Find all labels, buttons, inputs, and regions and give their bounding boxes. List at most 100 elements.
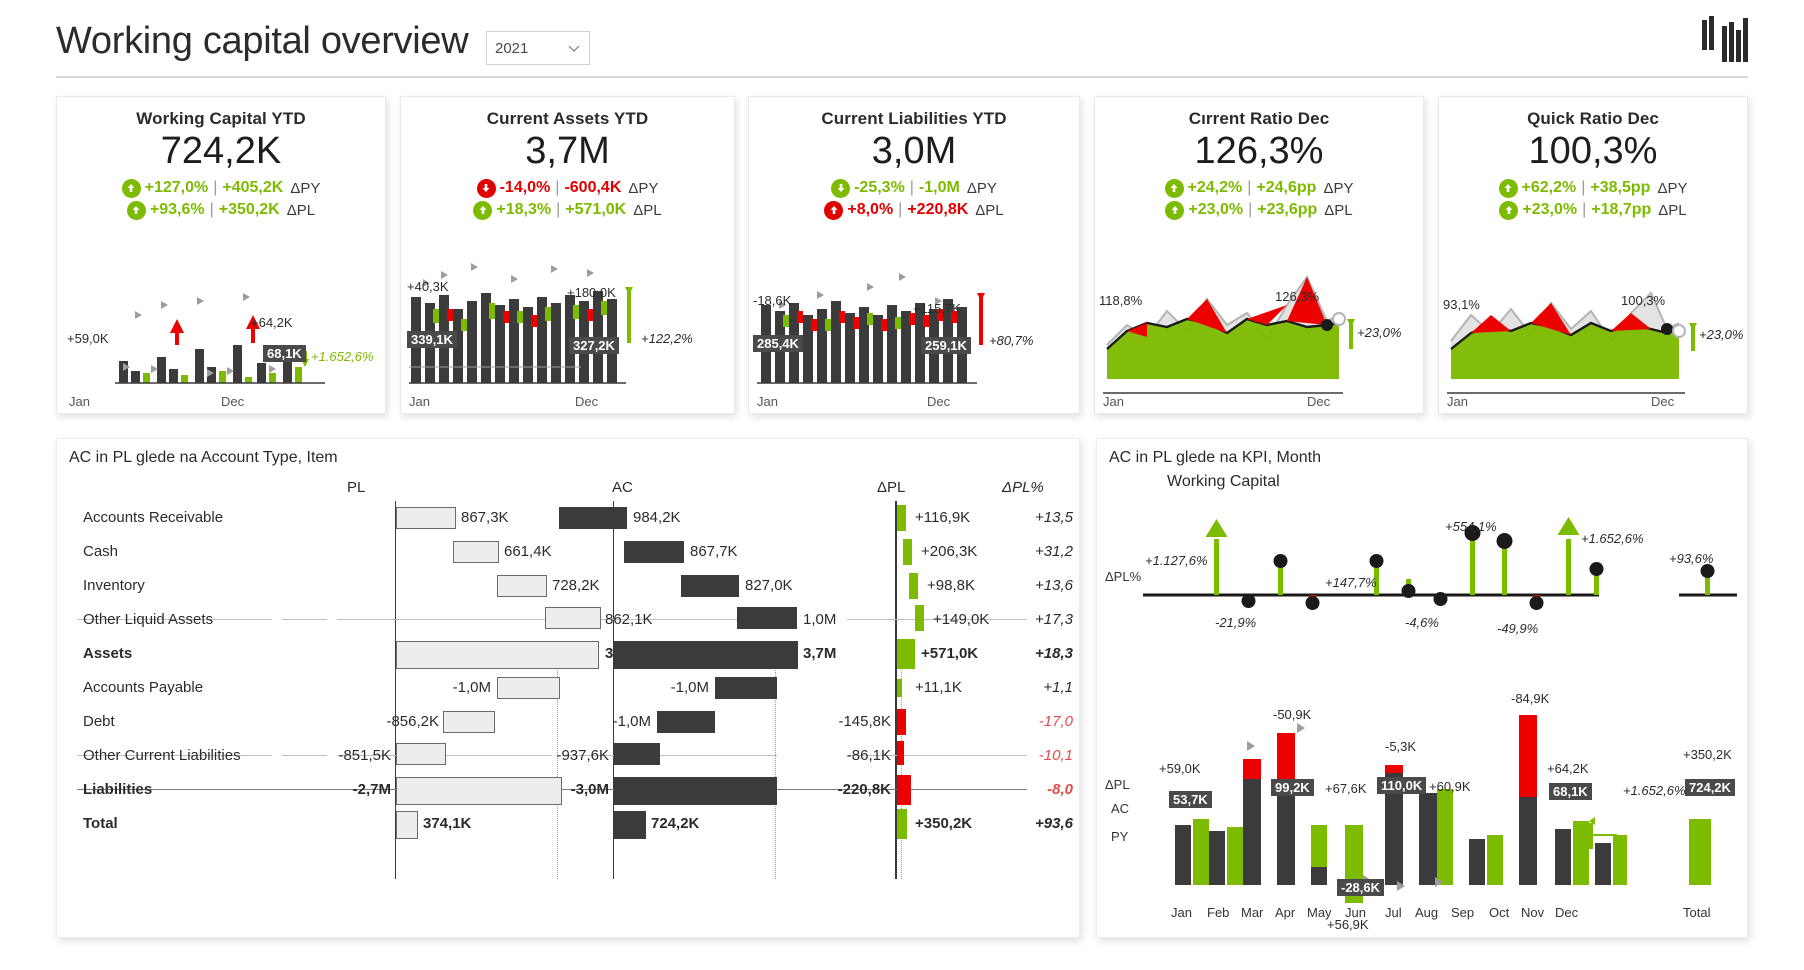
kpi-delta-label: ΔPY bbox=[1323, 179, 1354, 197]
kpi-delta-pl: +18,3% | +571,0K ΔPL bbox=[473, 200, 662, 220]
kpi-delta-label: ΔPY bbox=[628, 179, 659, 197]
ac-bar bbox=[657, 711, 715, 733]
dashboard-page: Working capital overview 2021 Working Ca… bbox=[0, 0, 1804, 970]
kpi-delta-pct: +62,2% bbox=[1521, 179, 1577, 197]
pl-value: -856,2K bbox=[386, 713, 439, 730]
table-row[interactable]: Accounts Payable -1,0M -1,0M +11,1K +1,1 bbox=[57, 671, 1079, 705]
kpi-card-working-capital[interactable]: Working Capital YTD 724,2K +127,0% | +40… bbox=[56, 96, 386, 414]
lollipop-label: +1.127,6% bbox=[1145, 553, 1208, 568]
ac-bar bbox=[614, 641, 798, 669]
kpi-title: Quick Ratio Dec bbox=[1527, 109, 1659, 128]
kpi-delta-pct: +127,0% bbox=[144, 179, 209, 197]
month-label-sep: Sep bbox=[1451, 905, 1475, 920]
dplpct-value: +13,5 bbox=[1035, 509, 1073, 526]
table-row[interactable]: Other Liquid Assets 862,1K 1,0M +149,0K … bbox=[57, 603, 1079, 637]
arrow-up-icon bbox=[121, 178, 141, 198]
kpi-card-current-liabilities[interactable]: Current Liabilities YTD 3,0M -25,3% | -1… bbox=[748, 96, 1080, 414]
kpi-delta-pl: +8,0% | +220,8K ΔPL bbox=[824, 200, 1004, 220]
month-label-aug: Aug bbox=[1415, 905, 1439, 920]
pl-bar bbox=[443, 711, 495, 733]
dpl-value: -145,8K bbox=[838, 713, 891, 730]
kpi-delta-abs: +350,2K bbox=[218, 201, 280, 219]
table-row-subtotal[interactable]: Assets 3,1M 3,7M +571,0K +18,3 bbox=[57, 637, 1079, 671]
kpi-deltas: +127,0% | +405,2K ΔPY +93,6% | +350,2K Δ… bbox=[57, 178, 385, 220]
column-chip: 53,7K bbox=[1169, 791, 1212, 808]
spark-label: +115,7K bbox=[913, 301, 961, 316]
kpi-card-current-ratio[interactable]: Cırrent Ratio Dec 126,3% +24,2% | +24,6p… bbox=[1094, 96, 1424, 414]
dpl-value: +571,0K bbox=[921, 645, 979, 662]
arrow-up-icon bbox=[473, 200, 493, 220]
dplpct-value: +31,2 bbox=[1035, 543, 1073, 560]
arrow-up-icon bbox=[1164, 178, 1184, 198]
row-label: Accounts Receivable bbox=[83, 509, 224, 526]
ac-bar bbox=[614, 743, 660, 765]
lollipop-label: -49,9% bbox=[1497, 621, 1539, 636]
kpi-card-current-assets[interactable]: Current Assets YTD 3,7M -14,0% | -600,4K… bbox=[400, 96, 735, 414]
table-row[interactable]: Other Current Liabilities -851,5K -937,6… bbox=[57, 739, 1079, 773]
row-label: Assets bbox=[83, 645, 133, 662]
dplpct-value: +1,1 bbox=[1043, 679, 1073, 696]
table-row-subtotal[interactable]: Liabilities -2,7M -3,0M -220,8K -8,0 bbox=[57, 773, 1079, 807]
spark-label: +40,3K bbox=[407, 279, 449, 294]
dpl-bar bbox=[909, 573, 918, 599]
spark-label: +180,0K bbox=[567, 285, 616, 300]
column-chip: 99,2K bbox=[1271, 779, 1314, 796]
kpi-card-quick-ratio[interactable]: Quick Ratio Dec 100,3% +62,2% | +38,5pp … bbox=[1438, 96, 1748, 414]
kpi-delta-abs: +220,8K bbox=[907, 201, 969, 219]
column-chip: 68,1K bbox=[1549, 783, 1592, 800]
row-label: Other Liquid Assets bbox=[83, 611, 214, 628]
kpi-delta-label: ΔPL bbox=[633, 201, 662, 219]
page-header: Working capital overview 2021 bbox=[0, 0, 1804, 84]
spark-label: +122,2% bbox=[641, 331, 693, 346]
dpl-bar bbox=[897, 505, 906, 531]
year-filter-dropdown[interactable]: 2021 bbox=[486, 31, 590, 65]
ac-bar bbox=[624, 541, 684, 563]
spark-chip: 327,2K bbox=[569, 337, 619, 354]
kpi-delta-py: +62,2% | +38,5pp ΔPY bbox=[1498, 178, 1687, 198]
table-row[interactable]: Accounts Receivable 867,3K 984,2K +116,9… bbox=[57, 501, 1079, 535]
ac-value: 827,0K bbox=[745, 577, 793, 594]
month-label-jun: Jun bbox=[1345, 905, 1366, 920]
kpi-delta-abs: +38,5pp bbox=[1590, 179, 1651, 197]
table-row[interactable]: Inventory 728,2K 827,0K +98,8K +13,6 bbox=[57, 569, 1079, 603]
ac-value: -3,0M bbox=[570, 781, 609, 798]
dplpct-value: -8,0 bbox=[1047, 781, 1073, 798]
spark-label: 93,1% bbox=[1443, 297, 1480, 312]
kpi-delta-pct: +93,6% bbox=[149, 201, 205, 219]
kpi-deltas: -14,0% | -600,4K ΔPY +18,3% | +571,0K ΔP… bbox=[401, 178, 734, 220]
pl-bar bbox=[453, 541, 499, 563]
ac-bar bbox=[559, 507, 627, 529]
dpl-bar bbox=[897, 741, 904, 765]
pl-value: -851,5K bbox=[338, 747, 391, 764]
sparkline-current-liabilities: -18,6K +115,7K +80,7% 285,4K 259,1K Jan … bbox=[749, 253, 1079, 413]
chevron-down-icon bbox=[567, 41, 581, 55]
table-row-total[interactable]: Total 374,1K 724,2K +350,2K +93,6 bbox=[57, 807, 1079, 841]
table-row[interactable]: Cash 661,4K 867,7K +206,3K +31,2 bbox=[57, 535, 1079, 569]
dplpct-value: +18,3 bbox=[1035, 645, 1073, 662]
spark-label: +80,7% bbox=[989, 333, 1034, 348]
column-label: -5,3K bbox=[1385, 739, 1417, 754]
axis-label-ac: AC bbox=[1111, 801, 1130, 816]
pl-value: 862,1K bbox=[605, 611, 653, 628]
ac-value: 3,7M bbox=[803, 645, 837, 662]
table-row[interactable]: Debt -856,2K -1,0M -145,8K -17,0 bbox=[57, 705, 1079, 739]
ac-bar bbox=[715, 677, 777, 699]
pl-bar bbox=[396, 507, 456, 529]
axis-label-py: PY bbox=[1111, 829, 1129, 844]
pl-value: 728,2K bbox=[552, 577, 600, 594]
dplpct-value: +93,6 bbox=[1035, 815, 1073, 832]
row-label: Other Current Liabilities bbox=[83, 747, 241, 764]
row-label: Accounts Payable bbox=[83, 679, 204, 696]
axis-end-label: Dec bbox=[575, 394, 599, 409]
ac-value: 984,2K bbox=[633, 509, 681, 526]
kpi-delta-label: ΔPL bbox=[1324, 201, 1353, 219]
kpi-delta-py: +24,2% | +24,6pp ΔPY bbox=[1164, 178, 1354, 198]
row-label: Total bbox=[83, 815, 118, 832]
kpi-delta-abs: +24,6pp bbox=[1256, 179, 1317, 197]
axis-end-label: Dec bbox=[927, 394, 951, 409]
page-title: Working capital overview bbox=[56, 20, 469, 62]
kpi-delta-pct: +18,3% bbox=[496, 201, 552, 219]
axis-label-dplpct: ΔPL% bbox=[1105, 569, 1142, 584]
kpi-delta-pct: +23,0% bbox=[1188, 201, 1244, 219]
ac-bar bbox=[737, 607, 797, 629]
